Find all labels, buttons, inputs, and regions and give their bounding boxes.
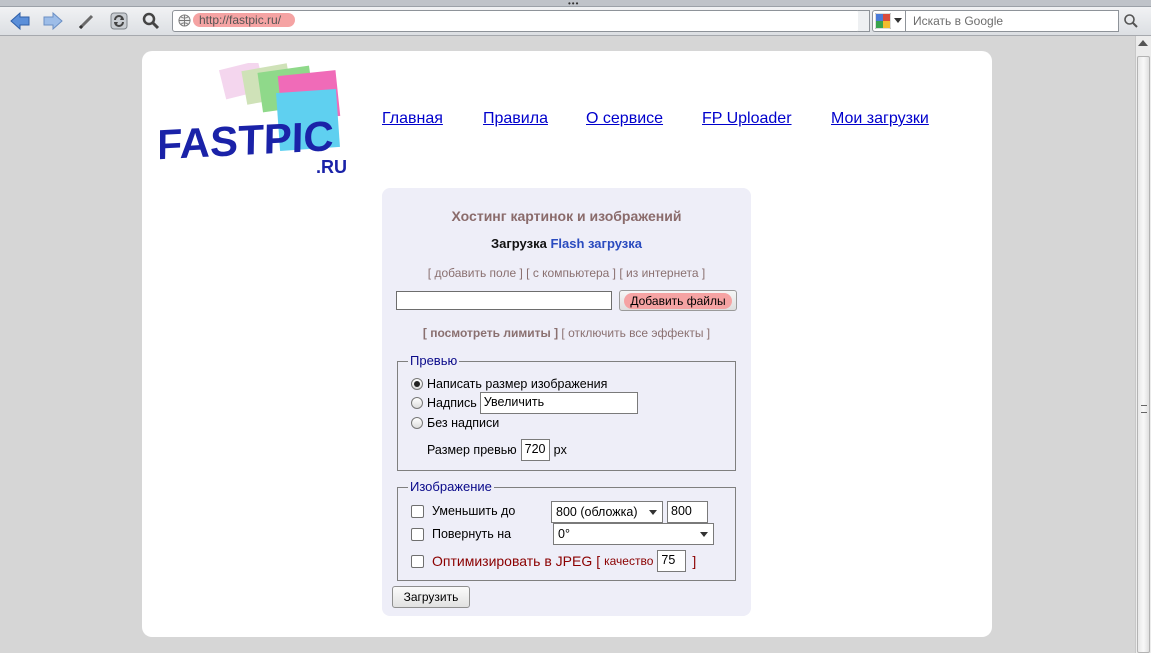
file-path-input[interactable] — [396, 291, 612, 310]
add-field-link[interactable]: [ добавить поле ] — [428, 266, 523, 280]
from-internet-link[interactable]: [ из интернета ] — [619, 266, 705, 280]
upload-mode-line: Загрузка Flash загрузка — [382, 236, 751, 251]
vertical-scrollbar[interactable] — [1135, 36, 1151, 653]
search-icon — [1124, 14, 1138, 28]
jpeg-label: Оптимизировать в JPEG — [432, 553, 593, 569]
rotate-select[interactable]: 0° — [553, 523, 714, 545]
fastpic-logo[interactable]: FASTPIC .RU — [160, 63, 350, 175]
preview-size-unit: px — [553, 443, 567, 457]
option-size-label: Написать размер изображения — [427, 377, 608, 391]
reduce-select-value: 800 (обложка) — [556, 505, 638, 519]
image-legend: Изображение — [408, 479, 494, 494]
preview-option-size[interactable]: Написать размер изображения — [411, 377, 607, 391]
magnifier-icon — [142, 12, 160, 30]
add-files-button[interactable]: Добавить файлы — [619, 290, 737, 311]
nav-rules[interactable]: Правила — [483, 110, 548, 128]
reload-icon — [110, 12, 128, 30]
view-limits-link[interactable]: [ посмотреть лимиты ] — [423, 326, 558, 340]
from-computer-link[interactable]: [ с компьютера ] — [526, 266, 616, 280]
radio-none[interactable] — [411, 417, 423, 429]
scroll-up-icon[interactable] — [1138, 40, 1148, 46]
rotate-checkbox[interactable] — [411, 527, 424, 541]
rotate-select-value: 0° — [558, 527, 570, 541]
rotate-row[interactable]: Повернуть на — [411, 527, 511, 541]
radio-size-checked[interactable] — [411, 378, 423, 390]
jpeg-checkbox[interactable] — [411, 554, 424, 568]
scrollbar-thumb[interactable] — [1137, 56, 1150, 653]
search-input[interactable]: Искать в Google — [905, 10, 1119, 32]
reduce-value-input[interactable]: 800 — [667, 501, 708, 523]
quality-input[interactable]: 75 — [657, 550, 687, 572]
edit-button[interactable] — [76, 10, 98, 32]
rotate-label: Повернуть на — [432, 527, 512, 541]
nav-home[interactable]: Главная — [382, 110, 443, 128]
address-bar[interactable]: http://fastpic.ru/ — [172, 10, 860, 32]
logo-text: FASTPIC — [160, 112, 334, 168]
search-button[interactable] — [1118, 10, 1144, 32]
chevron-down-icon — [700, 532, 708, 537]
preview-size-input[interactable]: 720 — [520, 439, 550, 461]
image-fieldset: Изображение Уменьшить до 800 (обложка) 8… — [397, 479, 736, 581]
radio-caption[interactable] — [411, 397, 423, 409]
logo-suffix: .RU — [316, 157, 347, 175]
globe-icon — [178, 14, 191, 27]
reduce-row[interactable]: Уменьшить до — [411, 504, 515, 518]
preview-size-label: Размер превью — [427, 443, 517, 457]
nav-fp-uploader[interactable]: FP Uploader — [702, 110, 792, 128]
bracket-close: ] — [692, 553, 697, 569]
source-links: [ добавить поле ] [ с компьютера ] [ из … — [382, 266, 751, 280]
quality-label: качество — [604, 554, 654, 568]
nav-about[interactable]: О сервисе — [586, 110, 663, 128]
limits-line: [ посмотреть лимиты ] [ отключить все эф… — [382, 326, 751, 340]
add-files-label: Добавить файлы — [624, 292, 732, 309]
preview-option-none[interactable]: Без надписи — [411, 416, 499, 430]
pencil-icon — [78, 14, 94, 30]
zoom-button[interactable] — [140, 10, 162, 32]
back-arrow-icon — [10, 11, 30, 31]
preview-size-row: Размер превью 720 px — [427, 439, 567, 461]
forward-button[interactable] — [42, 10, 64, 32]
preview-fieldset: Превью Написать размер изображения Надпи… — [397, 353, 736, 471]
preview-option-caption[interactable]: Надпись Увеличить — [411, 392, 638, 414]
tab-strip: ••• — [0, 0, 1151, 8]
search-placeholder: Искать в Google — [913, 14, 1004, 28]
option-none-label: Без надписи — [427, 416, 500, 430]
flash-upload-link[interactable]: Flash загрузка — [550, 236, 642, 251]
upload-button[interactable]: Загрузить — [392, 586, 470, 608]
panel-title: Хостинг картинок и изображений — [451, 208, 682, 224]
back-button[interactable] — [9, 10, 31, 32]
caption-input[interactable]: Увеличить — [479, 392, 638, 414]
forward-arrow-icon — [43, 11, 63, 31]
google-icon — [875, 13, 891, 29]
preview-legend: Превью — [408, 353, 460, 368]
bracket-open: [ — [596, 553, 601, 569]
url-text: http://fastpic.ru/ — [193, 13, 296, 27]
reload-button[interactable] — [108, 10, 130, 32]
jpeg-row: Оптимизировать в JPEG [ качество 75 ] — [411, 550, 696, 572]
nav-my-uploads[interactable]: Мои загрузки — [831, 110, 929, 128]
chevron-down-icon — [649, 510, 657, 515]
option-caption-label: Надпись — [427, 396, 477, 410]
reduce-select[interactable]: 800 (обложка) — [551, 501, 663, 523]
disable-effects-link[interactable]: [ отключить все эффекты ] — [561, 326, 710, 340]
upload-mode-label: Загрузка — [491, 236, 547, 251]
search-engine-selector[interactable] — [872, 10, 905, 32]
url-history-dropdown[interactable] — [858, 10, 870, 32]
reduce-checkbox[interactable] — [411, 504, 424, 518]
reduce-label: Уменьшить до — [432, 504, 516, 518]
browser-toolbar: http://fastpic.ru/ Искать в Google — [0, 7, 1151, 36]
upload-panel: Хостинг картинок и изображений Загрузка … — [382, 188, 751, 616]
chevron-down-icon — [894, 18, 902, 23]
page-card: FASTPIC .RU Главная Правила О сервисе FP… — [142, 51, 992, 637]
